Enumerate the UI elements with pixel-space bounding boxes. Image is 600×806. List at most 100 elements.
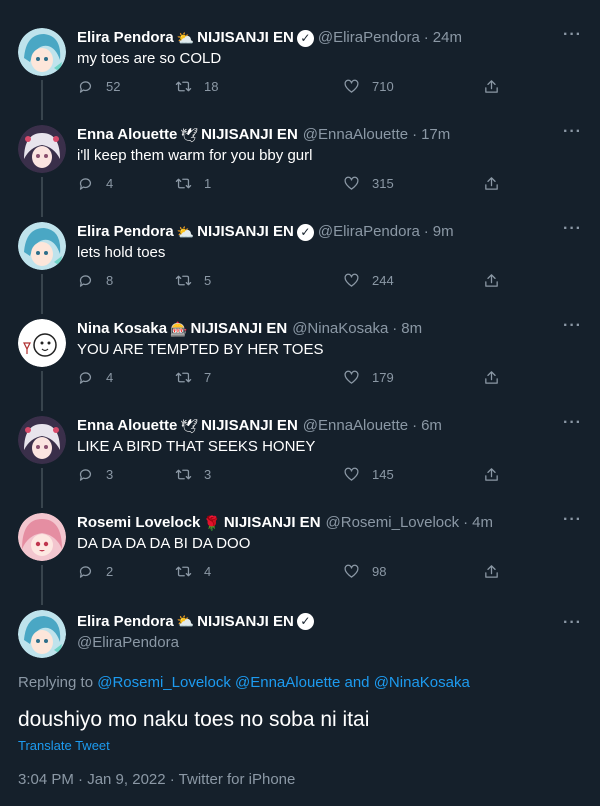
author-name[interactable]: Elira Pendora	[77, 29, 174, 47]
like-button[interactable]: 179	[343, 369, 394, 386]
author-handle[interactable]: @EliraPendora	[77, 634, 179, 651]
retweet-count: 5	[204, 273, 212, 288]
reply-button[interactable]: 2	[77, 563, 113, 580]
avatar[interactable]	[18, 513, 66, 561]
tweet-time[interactable]: 6m	[421, 417, 442, 435]
mention-link[interactable]: @EnnaAlouette	[235, 674, 340, 691]
share-button[interactable]	[483, 563, 500, 580]
tweet-time[interactable]: 4m	[472, 514, 493, 532]
reply-count: 52	[106, 79, 121, 94]
retweet-button[interactable]: 7	[175, 369, 211, 386]
more-options-icon[interactable]: ···	[563, 511, 582, 529]
separator-dot: ·	[463, 514, 469, 531]
reply-icon	[79, 81, 92, 93]
share-button[interactable]	[483, 466, 500, 483]
like-button[interactable]: 98	[343, 563, 386, 580]
reply-button[interactable]: 4	[77, 175, 113, 192]
author-emoji: 🎰	[170, 321, 188, 337]
share-icon	[485, 371, 498, 384]
like-button[interactable]: 145	[343, 466, 394, 483]
thread-tweet[interactable]: Elira Pendora ⛅ NIJISANJI EN ✓ @EliraPendora…	[0, 220, 600, 319]
retweet-icon	[175, 81, 192, 92]
share-button[interactable]	[483, 272, 500, 289]
author-handle[interactable]: @EnnaAlouette	[303, 126, 408, 144]
tweet-time[interactable]: 24m	[433, 29, 462, 47]
retweet-button[interactable]: 1	[175, 175, 211, 192]
author-handle[interactable]: @EliraPendora	[318, 29, 420, 47]
avatar[interactable]	[18, 125, 66, 173]
reply-icon	[79, 372, 92, 384]
separator-dot: ·	[423, 223, 429, 240]
author-name[interactable]: Enna Alouette	[77, 417, 177, 435]
avatar[interactable]	[18, 610, 66, 658]
retweet-button[interactable]: 4	[175, 563, 211, 580]
mention-link[interactable]: @Rosemi_Lovelock	[97, 674, 231, 691]
author-name[interactable]: Elira Pendora	[77, 613, 174, 630]
retweet-button[interactable]: 18	[175, 78, 218, 95]
more-options-icon[interactable]: ···	[563, 317, 582, 335]
author-name[interactable]: Enna Alouette	[77, 126, 177, 144]
like-button[interactable]: 710	[343, 78, 394, 95]
reply-button[interactable]: 8	[77, 272, 113, 289]
more-options-icon[interactable]: ···	[563, 123, 582, 141]
thread-tweet[interactable]: Enna Alouette 🕊 NIJISANJI EN @EnnaAlouette ·…	[0, 414, 600, 513]
author-row: Enna Alouette 🕊 NIJISANJI EN @EnnaAlouette ·…	[77, 417, 442, 435]
reply-button[interactable]: 3	[77, 466, 113, 483]
like-count: 179	[372, 370, 394, 385]
separator-dot: ·	[423, 29, 429, 46]
more-options-icon[interactable]: ···	[563, 614, 582, 632]
author-org: NIJISANJI EN	[197, 613, 294, 630]
tweet-text: i'll keep them warm for you bby gurl	[77, 147, 313, 164]
tweet-time[interactable]: 17m	[421, 126, 450, 144]
tweet-text: LIKE A BIRD THAT SEEKS HONEY	[77, 438, 316, 455]
translate-tweet-link[interactable]: Translate Tweet	[18, 738, 110, 753]
like-button[interactable]: 315	[343, 175, 394, 192]
thread-tweet[interactable]: Nina Kosaka 🎰 NIJISANJI EN @NinaKosaka · 8m ··…	[0, 317, 600, 416]
share-button[interactable]	[483, 78, 500, 95]
author-org: NIJISANJI EN	[197, 223, 294, 240]
author-handle[interactable]: @Rosemi_Lovelock	[326, 514, 460, 532]
tweet-actions: 2 4 98	[77, 563, 507, 587]
avatar[interactable]	[18, 319, 66, 367]
reply-button[interactable]: 52	[77, 78, 120, 95]
tweet-text: my toes are so COLD	[77, 50, 222, 67]
author-handle[interactable]: @NinaKosaka	[292, 320, 388, 338]
more-options-icon[interactable]: ···	[563, 220, 582, 238]
share-button[interactable]	[483, 369, 500, 386]
like-heart-icon	[344, 370, 359, 384]
avatar[interactable]	[18, 416, 66, 464]
thread-tweet[interactable]: Elira Pendora ⛅ NIJISANJI EN ✓ @EliraPendora…	[0, 26, 600, 125]
reply-count: 2	[106, 564, 114, 579]
author-handle[interactable]: @EnnaAlouette	[303, 417, 408, 435]
retweet-icon	[175, 372, 192, 383]
like-heart-icon	[344, 79, 359, 93]
verified-badge-icon: ✓	[296, 29, 314, 47]
retweet-count: 7	[204, 370, 212, 385]
mention-link[interactable]: @NinaKosaka	[374, 674, 470, 691]
thread-tweet[interactable]: Enna Alouette 🕊 NIJISANJI EN @EnnaAlouette ·…	[0, 123, 600, 222]
tweet-time[interactable]: 8m	[401, 320, 422, 338]
more-options-icon[interactable]: ···	[563, 26, 582, 44]
retweet-count: 1	[204, 176, 212, 191]
avatar[interactable]	[18, 222, 66, 270]
share-button[interactable]	[483, 175, 500, 192]
tweet-actions: 4 7 179	[77, 369, 507, 393]
author-org: NIJISANJI EN	[201, 417, 298, 434]
like-heart-icon	[344, 273, 359, 287]
author-name[interactable]: Rosemi Lovelock	[77, 514, 200, 532]
author-name[interactable]: Nina Kosaka	[77, 320, 167, 338]
author-handle[interactable]: @EliraPendora	[318, 223, 420, 241]
tweet-time[interactable]: 9m	[433, 223, 454, 241]
reply-icon	[79, 469, 92, 481]
author-name[interactable]: Elira Pendora	[77, 223, 174, 241]
more-options-icon[interactable]: ···	[563, 414, 582, 432]
tweet-meta: 3:04 PM · Jan 9, 2022 · Twitter for iPho…	[18, 771, 296, 788]
like-button[interactable]: 244	[343, 272, 394, 289]
avatar[interactable]	[18, 28, 66, 76]
reply-button[interactable]: 4	[77, 369, 113, 386]
retweet-button[interactable]: 5	[175, 272, 211, 289]
thread-tweet[interactable]: Rosemi Lovelock 🌹 NIJISANJI EN @Rosemi_Love…	[0, 511, 600, 610]
reply-count: 4	[106, 176, 114, 191]
author-org: NIJISANJI EN	[190, 320, 288, 337]
retweet-button[interactable]: 3	[175, 466, 211, 483]
